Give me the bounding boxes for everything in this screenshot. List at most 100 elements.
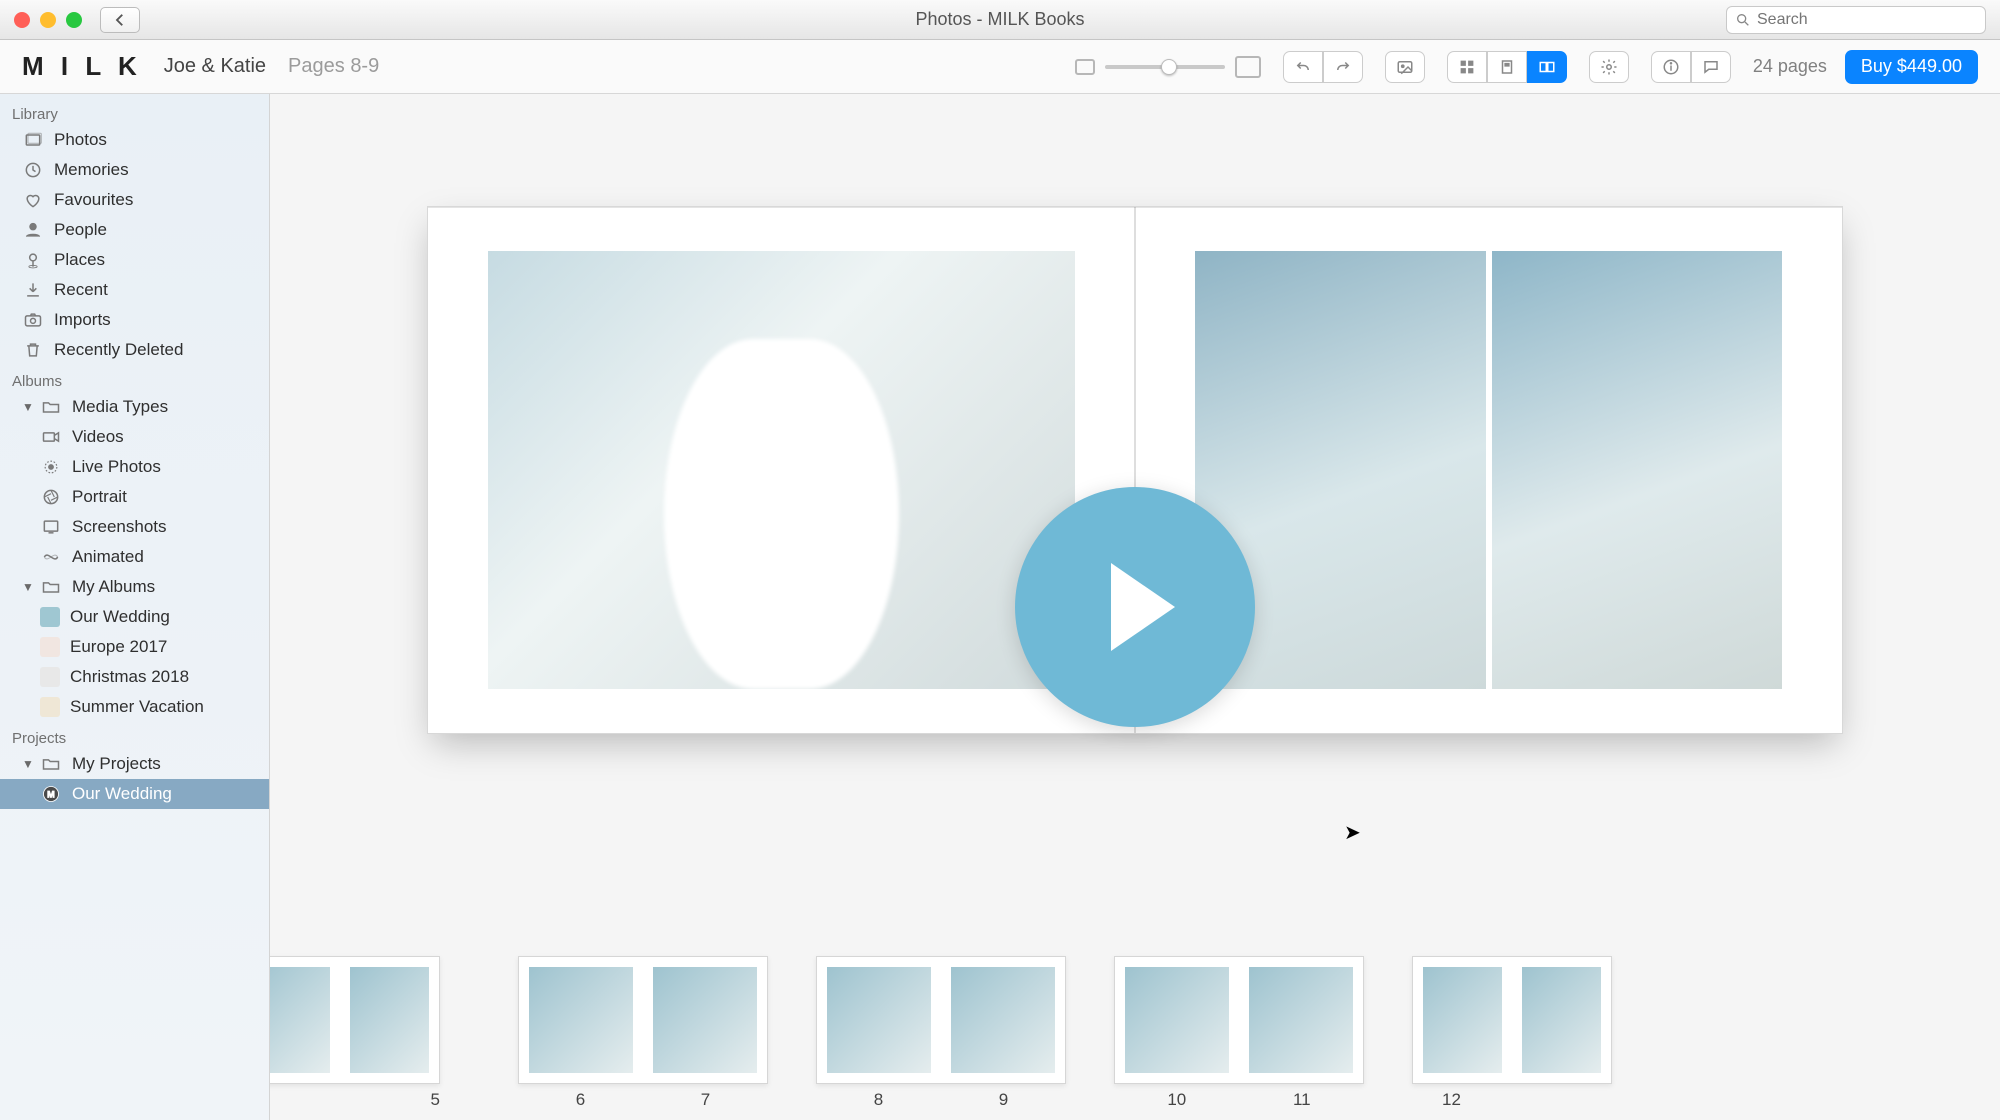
sidebar-item-animated[interactable]: Animated — [0, 542, 269, 572]
sidebar-folder-media-types[interactable]: ▼Media Types — [0, 392, 269, 422]
sidebar-item-photos[interactable]: Photos — [0, 125, 269, 155]
chat-button[interactable] — [1691, 51, 1731, 83]
sidebar-item-places[interactable]: Places — [0, 245, 269, 275]
add-photo-button[interactable] — [1385, 51, 1425, 83]
sidebar-item-portrait[interactable]: Portrait — [0, 482, 269, 512]
pin-icon — [22, 250, 44, 270]
thumb-page-number: 7 — [701, 1090, 710, 1110]
current-pages-label: Pages 8-9 — [288, 55, 379, 78]
image-icon — [1396, 58, 1414, 76]
thumb-page-number: 9 — [999, 1090, 1008, 1110]
spread-thumb[interactable] — [1114, 956, 1364, 1084]
sidebar-heading-library: Library — [0, 98, 269, 125]
buy-button[interactable]: Buy $449.00 — [1845, 50, 1978, 84]
milk-badge-icon: M — [40, 784, 62, 804]
thumb-page-number: 11 — [1293, 1090, 1311, 1110]
sidebar-folder-my-projects[interactable]: ▼My Projects — [0, 749, 269, 779]
project-name: Joe & Katie — [164, 55, 266, 78]
live-photo-icon — [40, 457, 62, 477]
spread-icon — [1538, 58, 1556, 76]
spread-thumb[interactable] — [1412, 956, 1612, 1084]
person-icon — [22, 220, 44, 240]
page-thumbnails[interactable]: 5 67 89 1011 12 — [270, 950, 2000, 1120]
sidebar-album-our-wedding[interactable]: Our Wedding — [0, 602, 269, 632]
undo-redo-group — [1283, 51, 1363, 83]
thumb-page-number: 8 — [874, 1090, 883, 1110]
disclosure-triangle-icon: ▼ — [22, 580, 32, 594]
sidebar-item-screenshots[interactable]: Screenshots — [0, 512, 269, 542]
chat-icon — [1702, 58, 1720, 76]
sidebar-album-europe-2017[interactable]: Europe 2017 — [0, 632, 269, 662]
disclosure-triangle-icon: ▼ — [22, 757, 32, 771]
page-photo[interactable] — [488, 251, 1075, 689]
zoom-in-icon — [1235, 56, 1261, 78]
info-button[interactable] — [1651, 51, 1691, 83]
redo-icon — [1334, 58, 1352, 76]
video-icon — [40, 427, 62, 447]
mouse-cursor-icon: ➤ — [1344, 820, 1361, 845]
single-page-view-button[interactable] — [1487, 51, 1527, 83]
thumb-page-number: 12 — [1442, 1090, 1461, 1110]
sidebar-item-live-photos[interactable]: Live Photos — [0, 452, 269, 482]
play-video-overlay-button[interactable] — [1015, 487, 1255, 727]
undo-button[interactable] — [1283, 51, 1323, 83]
sidebar-heading-projects: Projects — [0, 722, 269, 749]
album-thumb-icon — [40, 637, 60, 657]
aperture-icon — [40, 487, 62, 507]
spread-view-button[interactable] — [1527, 51, 1567, 83]
sidebar-item-recent[interactable]: Recent — [0, 275, 269, 305]
brand-logo: M I L K — [22, 51, 142, 82]
maximize-window-button[interactable] — [66, 12, 82, 28]
trash-icon — [22, 340, 44, 360]
heart-icon — [22, 190, 44, 210]
search-field[interactable] — [1726, 6, 1986, 34]
spread-thumb[interactable] — [270, 956, 440, 1084]
sidebar-item-favourites[interactable]: Favourites — [0, 185, 269, 215]
zoom-slider-thumb[interactable] — [1161, 59, 1177, 75]
grid-icon — [1458, 58, 1476, 76]
sidebar-heading-albums: Albums — [0, 365, 269, 392]
sidebar-item-people[interactable]: People — [0, 215, 269, 245]
gear-icon — [1600, 58, 1618, 76]
zoom-slider-track[interactable] — [1105, 65, 1225, 69]
spread-thumb[interactable] — [816, 956, 1066, 1084]
animated-icon — [40, 547, 62, 567]
folder-icon — [40, 577, 62, 597]
window-traffic-lights — [14, 12, 82, 28]
sidebar-item-imports[interactable]: Imports — [0, 305, 269, 335]
folder-icon — [40, 397, 62, 417]
sidebar-folder-my-albums[interactable]: ▼My Albums — [0, 572, 269, 602]
undo-icon — [1294, 58, 1312, 76]
thumb-page-number: 6 — [576, 1090, 585, 1110]
album-thumb-icon — [40, 697, 60, 717]
grid-view-button[interactable] — [1447, 51, 1487, 83]
close-window-button[interactable] — [14, 12, 30, 28]
page-count-label: 24 pages — [1753, 56, 1827, 77]
settings-button[interactable] — [1589, 51, 1629, 83]
photos-icon — [22, 130, 44, 150]
sidebar-item-videos[interactable]: Videos — [0, 422, 269, 452]
zoom-control[interactable] — [1075, 56, 1261, 78]
screenshot-icon — [40, 517, 62, 537]
sidebar-album-summer-vacation[interactable]: Summer Vacation — [0, 692, 269, 722]
page-icon — [1498, 58, 1516, 76]
page-photo[interactable] — [1492, 251, 1783, 689]
info-icon — [1662, 58, 1680, 76]
camera-icon — [22, 310, 44, 330]
sidebar: Library Photos Memories Favourites Peopl… — [0, 94, 270, 1120]
sidebar-project-our-wedding[interactable]: MOur Wedding — [0, 779, 269, 809]
sidebar-item-recently-deleted[interactable]: Recently Deleted — [0, 335, 269, 365]
search-input[interactable] — [1757, 11, 1977, 29]
minimize-window-button[interactable] — [40, 12, 56, 28]
zoom-out-icon — [1075, 59, 1095, 75]
sidebar-album-christmas-2018[interactable]: Christmas 2018 — [0, 662, 269, 692]
back-button[interactable] — [100, 7, 140, 33]
clock-icon — [22, 160, 44, 180]
spread-thumb[interactable] — [518, 956, 768, 1084]
chevron-left-icon — [111, 11, 129, 29]
sidebar-item-memories[interactable]: Memories — [0, 155, 269, 185]
redo-button[interactable] — [1323, 51, 1363, 83]
thumb-page-number: 10 — [1167, 1090, 1186, 1110]
download-icon — [22, 280, 44, 300]
folder-icon — [40, 754, 62, 774]
